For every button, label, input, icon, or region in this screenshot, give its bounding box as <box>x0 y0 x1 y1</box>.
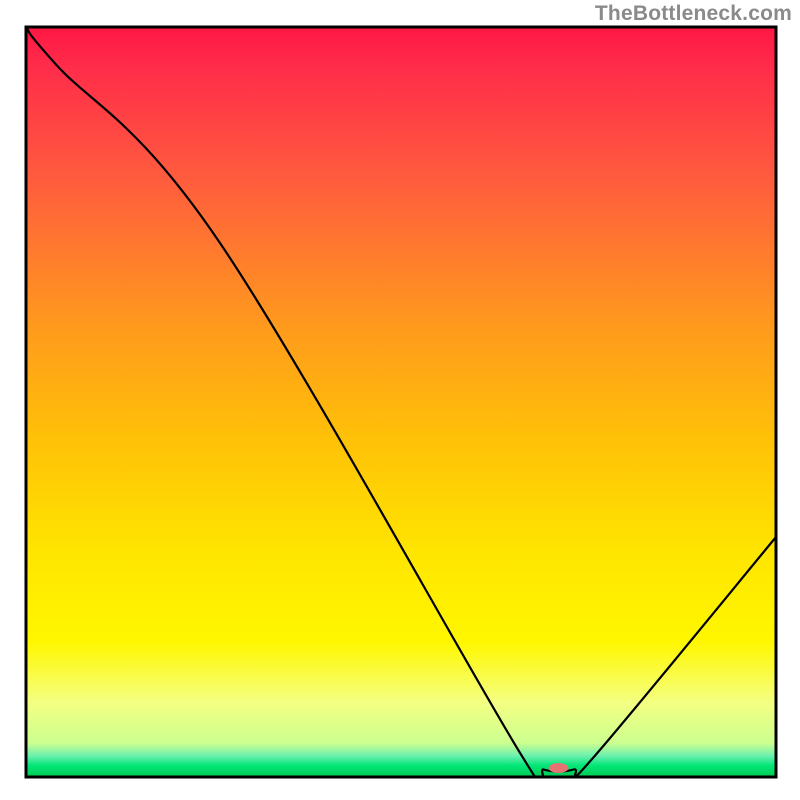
optimal-marker <box>549 763 569 773</box>
watermark-text: TheBottleneck.com <box>595 2 792 26</box>
bottleneck-chart <box>0 0 800 800</box>
chart-container: TheBottleneck.com <box>0 0 800 800</box>
